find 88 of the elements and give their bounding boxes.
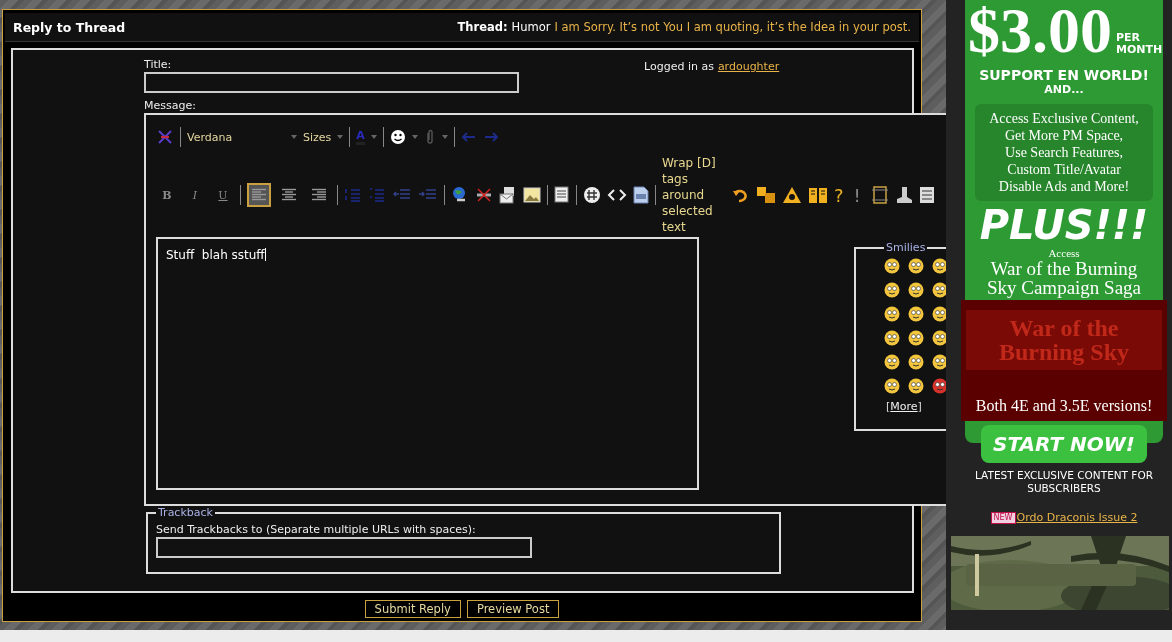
hash-icon[interactable] [583,186,601,204]
align-left-icon [251,188,267,202]
smiley-icon[interactable] [884,282,900,298]
bracket: ] [917,400,922,413]
smilies-legend: Smilies [884,241,928,254]
size-select[interactable]: Sizes [303,130,344,144]
ad-campaign-title: War of the Burning Sky Campaign Saga [985,259,1143,297]
smiley-icon[interactable] [932,378,946,394]
envelope-icon[interactable] [499,186,517,204]
quote-icon[interactable] [554,186,570,204]
ad-per-month: PER MONTH [1116,32,1160,58]
smiley-icon[interactable] [908,258,924,274]
bracket: [ [886,400,891,413]
username-link[interactable]: ardoughter [717,60,780,93]
smiley-icon[interactable] [932,282,946,298]
italic-button[interactable]: I [184,188,206,202]
campaign-banner[interactable]: War of the Burning Sky Both 4E and 3.5E versions! [961,300,1167,421]
forum-link[interactable]: Humor [511,20,551,34]
new-badge: NEW [990,511,1016,524]
book-icon[interactable] [808,186,828,204]
smiley-icon[interactable] [908,378,924,394]
smiley-icon[interactable] [884,306,900,322]
triangle-icon[interactable] [782,186,802,204]
stacked-squares-icon[interactable] [756,186,776,204]
ad-headline: SUPPORT EN WORLD! [979,67,1149,83]
thread-label: Thread: [457,20,508,34]
title-label: Title: [144,58,173,71]
frame-icon[interactable] [870,186,889,204]
thread-title-link[interactable]: I am Sorry. It’s not You I am quoting, it’s the Idea in your post. [554,20,911,34]
smiley-icon[interactable] [884,378,900,394]
help-button[interactable]: ? [834,184,844,206]
boot-icon[interactable] [894,186,913,204]
smiley-icon[interactable] [908,354,924,370]
align-center-icon [281,188,297,202]
smiley-icon[interactable] [389,129,406,145]
trackback-field[interactable] [156,537,532,558]
smiley-icon[interactable] [884,258,900,274]
caret-icon[interactable] [411,135,418,139]
list-icon[interactable] [918,186,935,204]
smiley-icon[interactable] [932,306,946,322]
ad-feature: Custom Title/Avatar [1007,161,1121,178]
image-icon[interactable] [523,187,541,203]
caret-icon [291,135,297,139]
wrap-tags-button[interactable]: Wrap [D] tags around selected text [662,155,726,235]
logged-in-label: Logged in as [644,60,714,75]
message-label: Message: [144,99,197,112]
campaign-versions: Both 4E and 3.5E versions! [975,397,1153,415]
align-right-icon [311,188,327,202]
sidebar-heading: LATEST EXCLUSIVE CONTENT FOR SUBSCRIBERS [974,469,1154,495]
smiley-icon[interactable] [884,330,900,346]
smiley-icon[interactable] [932,330,946,346]
submit-reply-button[interactable]: Submit Reply [364,600,461,618]
document-icon[interactable] [633,186,649,204]
smiley-icon[interactable] [908,306,924,322]
ad-feature: Use Search Features, [1005,144,1123,161]
caret-icon [337,135,344,139]
ad-plus: PLUS!!! [979,203,1149,247]
smiley-icon[interactable] [908,330,924,346]
ad-feature: Access Exclusive Content, [989,110,1139,127]
ad-access: Access [1048,247,1080,259]
code-icon[interactable] [607,187,627,203]
caret-icon[interactable] [441,135,448,139]
ad-subline: AND... [1044,83,1084,96]
trackback-legend: Trackback [156,506,215,519]
smiley-icon[interactable] [884,354,900,370]
issue-link[interactable]: Ordo Draconis Issue 2 [1016,511,1138,524]
trackback-label: Send Trackbacks to (Separate multiple URLs with spaces): [156,523,476,536]
underline-button[interactable]: U [212,188,234,202]
message-field[interactable]: Stuff blah sstuff [156,237,699,490]
preview-post-button[interactable]: Preview Post [466,600,560,618]
alert-button[interactable]: ! [849,184,865,206]
smiley-icon[interactable] [932,354,946,370]
panel-title: Reply to Thread [13,19,126,35]
align-left-button[interactable] [247,183,271,207]
curved-arrow-icon[interactable] [732,187,750,203]
caret-icon [370,135,377,139]
unlink-icon[interactable] [475,187,493,203]
smiley-icon[interactable] [932,258,946,274]
ad-feature: Disable Ads and More! [998,178,1130,195]
campaign-logo: War of the Burning Sky [966,310,1162,370]
bold-button[interactable]: B [156,188,178,202]
more-smilies-link[interactable]: More [890,400,918,413]
smiley-icon[interactable] [908,282,924,298]
ad-feature: Get More PM Space, [1004,127,1124,144]
ad-price: $3.00 [968,0,1112,62]
title-field[interactable] [144,72,519,93]
remove-format-icon[interactable] [156,128,174,146]
font-select[interactable]: Verdana [187,130,297,144]
